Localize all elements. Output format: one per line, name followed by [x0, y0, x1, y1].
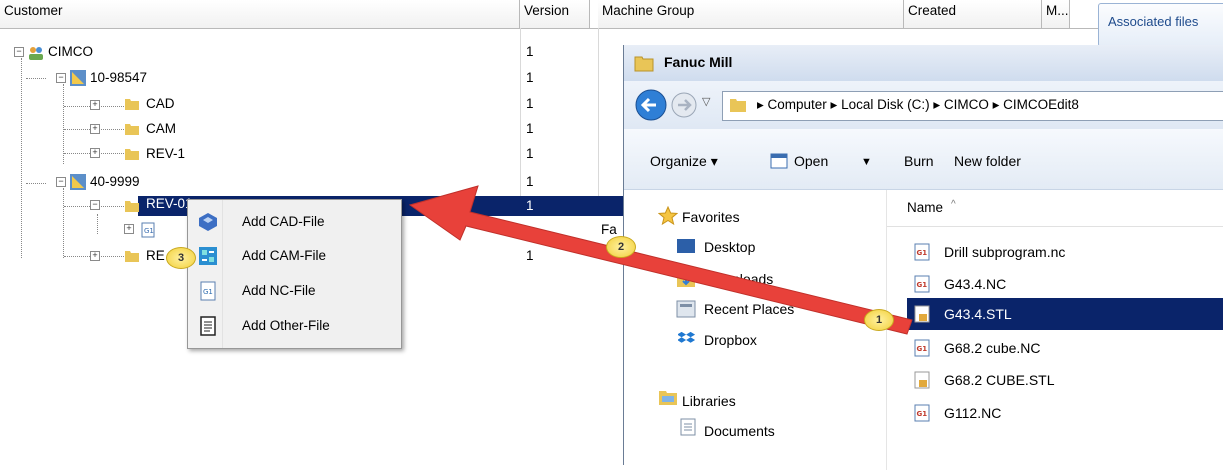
callout-badge-3: 3 [166, 247, 196, 269]
callout-badge-2: 2 [606, 236, 636, 258]
drag-arrow [408, 185, 913, 335]
callout-badge-1: 1 [864, 309, 894, 331]
